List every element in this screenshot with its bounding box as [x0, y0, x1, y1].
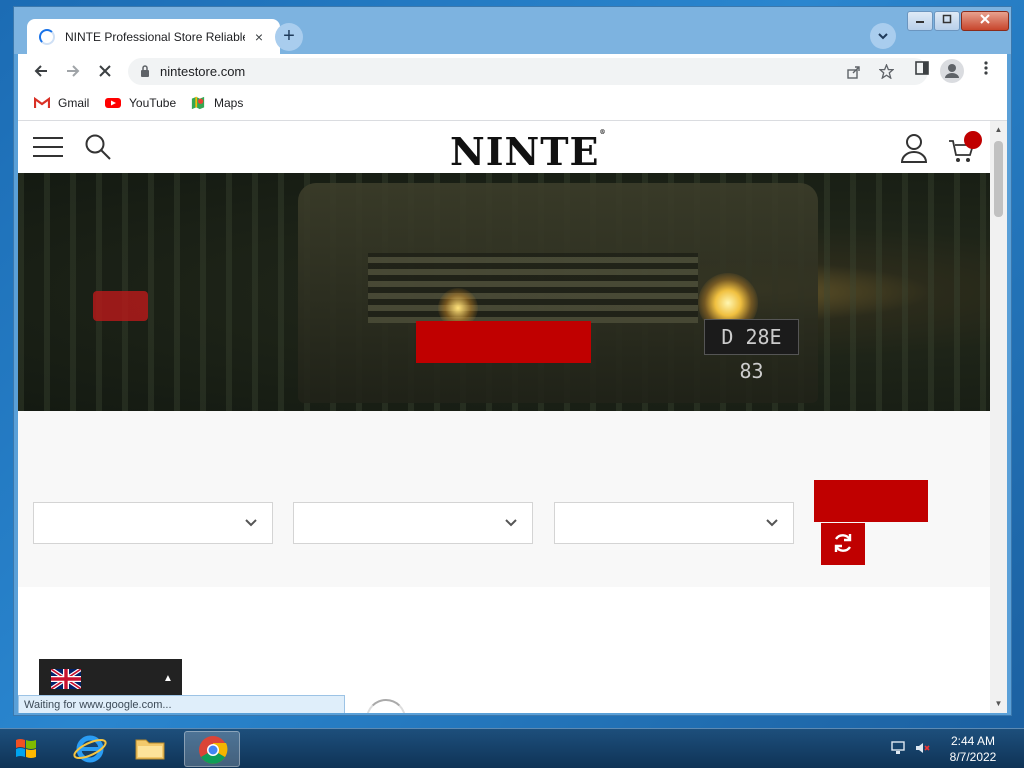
status-bar: Waiting for www.google.com...: [18, 695, 345, 713]
user-icon: [900, 134, 928, 163]
browser-window: NINTE Professional Store Reliable × + ni…: [13, 6, 1012, 716]
gmail-icon: [34, 96, 50, 108]
logo-text: NINTE: [450, 129, 600, 174]
taskbar: 2:44 AM 8/7/2022: [0, 728, 1024, 768]
new-tab-button[interactable]: +: [275, 23, 303, 51]
tab-search-button[interactable]: [870, 23, 896, 49]
scroll-thumb[interactable]: [994, 141, 1003, 217]
refresh-icon: [834, 533, 852, 552]
hamburger-menu-button[interactable]: [32, 135, 64, 159]
maximize-button[interactable]: [934, 11, 960, 31]
share-icon[interactable]: [844, 62, 864, 82]
vehicle-filter: [18, 411, 990, 587]
kebab-menu-icon: [984, 61, 988, 75]
web-page: NINTE® D 28E 83 ▲ Waiting for www.google…: [18, 121, 1007, 713]
internet-explorer-icon: [73, 735, 107, 763]
bookmarks-bar: Gmail YouTube Maps: [18, 88, 1007, 121]
filter-select-3[interactable]: [554, 502, 794, 544]
scroll-up-arrow-icon[interactable]: ▲: [990, 123, 1007, 137]
caret-up-icon: ▲: [163, 673, 173, 684]
bookmark-star-icon[interactable]: [876, 62, 896, 82]
person-icon: [945, 64, 959, 78]
chrome-menu-button[interactable]: [976, 61, 996, 81]
hero-banner: D 28E 83: [18, 173, 990, 411]
search-icon: [85, 134, 111, 160]
browser-toolbar: nintestore.com: [18, 54, 1007, 88]
site-header: NINTE®: [18, 121, 990, 174]
start-button[interactable]: [4, 731, 48, 767]
chrome-icon: [199, 736, 228, 764]
tab-title: NINTE Professional Store Reliable: [65, 29, 245, 44]
jeep-grille: [368, 253, 698, 323]
account-button[interactable]: [900, 133, 928, 163]
minimize-icon: [916, 21, 924, 23]
browser-tab[interactable]: NINTE Professional Store Reliable ×: [27, 19, 280, 54]
chevron-down-icon: [505, 519, 517, 527]
chevron-down-icon: [766, 519, 778, 527]
profile-avatar[interactable]: [940, 59, 964, 83]
license-plate: D 28E 83: [704, 319, 799, 383]
side-panel-button[interactable]: [912, 61, 932, 81]
bookmark-label: Maps: [214, 96, 244, 110]
arrow-left-icon: [34, 65, 47, 77]
star-icon: [877, 63, 895, 80]
title-bar: NINTE Professional Store Reliable × +: [14, 7, 1011, 54]
filter-reset-button[interactable]: [821, 523, 865, 565]
side-panel-icon: [915, 61, 929, 75]
scroll-down-arrow-icon[interactable]: ▼: [990, 697, 1007, 711]
clock-date: 8/7/2022: [949, 750, 997, 764]
taskbar-internet-explorer[interactable]: [62, 731, 118, 767]
tab-close-icon[interactable]: ×: [251, 29, 267, 45]
bookmark-gmail[interactable]: Gmail: [34, 96, 89, 110]
share-arrow-icon: [847, 66, 860, 79]
chevron-down-icon: [878, 33, 888, 40]
stop-loading-icon: [99, 65, 111, 77]
taskbar-chrome[interactable]: [184, 731, 240, 767]
address-bar[interactable]: nintestore.com: [128, 58, 928, 85]
filter-select-2[interactable]: [293, 502, 533, 544]
restore-icon: [942, 14, 952, 24]
filter-search-button[interactable]: [814, 480, 928, 522]
maps-icon: [191, 96, 205, 110]
bookmark-maps[interactable]: Maps: [190, 96, 243, 110]
bookmark-label: Gmail: [58, 96, 90, 110]
loading-spinner-icon: [39, 28, 55, 45]
folder-icon: [135, 739, 165, 760]
close-icon: [980, 14, 990, 24]
loading-spinner-icon: [366, 699, 406, 713]
bookmark-label: YouTube: [129, 96, 177, 110]
vertical-scrollbar[interactable]: ▲ ▼: [990, 121, 1007, 713]
youtube-icon: [105, 98, 121, 108]
arrow-right-icon: [67, 65, 80, 77]
hero-cta-button[interactable]: [416, 321, 591, 363]
system-clock[interactable]: 2:44 AM 8/7/2022: [936, 733, 1010, 765]
volume-muted-icon[interactable]: [914, 740, 930, 756]
url-text: nintestore.com: [160, 64, 246, 79]
registered-mark: ®: [599, 129, 607, 136]
lock-icon: [141, 65, 149, 77]
site-search-button[interactable]: [84, 133, 112, 161]
hamburger-icon: [33, 137, 63, 157]
site-logo[interactable]: NINTE®: [450, 129, 607, 174]
windows-logo-icon: [16, 739, 36, 758]
forward-button[interactable]: [62, 60, 84, 82]
chevron-down-icon: [245, 519, 257, 527]
filter-select-1[interactable]: [33, 502, 273, 544]
network-icon[interactable]: [890, 740, 906, 756]
taillight: [93, 291, 148, 321]
back-button[interactable]: [30, 60, 52, 82]
clock-time: 2:44 AM: [950, 734, 996, 748]
cart-count-badge: [964, 131, 982, 149]
bookmark-youtube[interactable]: YouTube: [105, 96, 176, 110]
stop-button[interactable]: [94, 60, 116, 82]
taskbar-file-explorer[interactable]: [122, 731, 178, 767]
minimize-button[interactable]: [907, 11, 933, 31]
uk-flag-icon: [51, 669, 81, 689]
language-switcher[interactable]: ▲: [39, 659, 182, 699]
close-window-button[interactable]: [961, 11, 1009, 31]
